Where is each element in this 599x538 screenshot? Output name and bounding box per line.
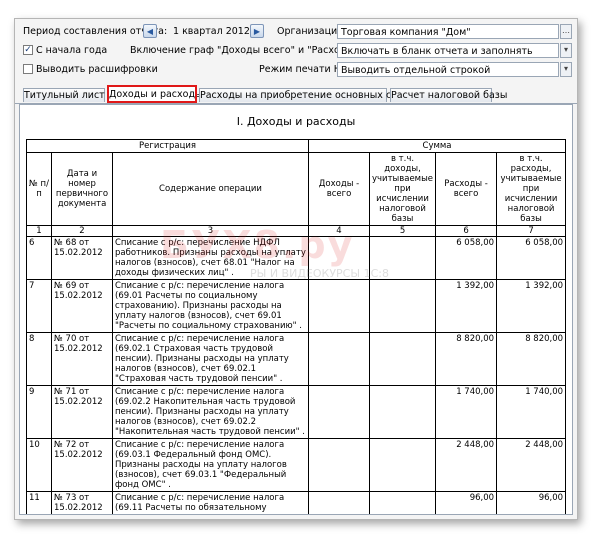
- vat-mode-field[interactable]: Выводить отдельной строкой: [337, 62, 559, 77]
- table-row[interactable]: 11 № 73 от 15.02.2012 Списание с р/с: пе…: [26, 491, 567, 514]
- tab-title-page[interactable]: Титульный лист: [23, 88, 105, 102]
- row-number: 6: [26, 236, 52, 280]
- row-document: № 73 от 15.02.2012: [51, 491, 113, 514]
- settings-row-2: ✓ С начала года Включение граф "Доходы в…: [15, 42, 577, 60]
- settings-row-1: Период составления отчета: ◀ 1 квартал 2…: [15, 23, 577, 41]
- group-sum-header: Сумма: [307, 139, 567, 153]
- table-row[interactable]: 9 № 71 от 15.02.2012 Списание с р/с: пер…: [26, 385, 567, 439]
- row-income-tax: [368, 491, 437, 514]
- row-document: № 72 от 15.02.2012: [51, 438, 113, 492]
- tab-fixed-assets[interactable]: Расходы на приобретение основных средств: [199, 88, 426, 102]
- report-table: Регистрация Сумма № п/п Дата и номер пер…: [26, 139, 567, 514]
- column-number: 4: [308, 225, 370, 237]
- row-number: 7: [26, 279, 52, 333]
- row-expense-tax: 2 448,00: [496, 438, 567, 492]
- row-income: [308, 438, 370, 492]
- row-expense: 6 058,00: [435, 236, 498, 280]
- tab-income-expenses[interactable]: Доходы и расходы: [107, 85, 203, 103]
- row-income: [308, 332, 370, 386]
- row-expense-tax: 1 392,00: [496, 279, 567, 333]
- col-content-header: Содержание операции: [112, 152, 309, 226]
- row-income-tax: [368, 236, 437, 280]
- report-panel: I. Доходы и расходы Регистрация Сумма № …: [19, 104, 573, 515]
- row-content: Списание с р/с: перечисление НДФЛ работн…: [112, 236, 309, 280]
- show-decode-label: Выводить расшифровки: [36, 64, 158, 75]
- row-income-tax: [368, 385, 437, 439]
- col-expense-tax-header: в т.ч. расходы, учитываемые при исчислен…: [496, 152, 567, 226]
- period-value: 1 квартал 2012 г.: [173, 26, 261, 37]
- row-income: [308, 385, 370, 439]
- row-income-tax: [368, 438, 437, 492]
- row-content: Списание с р/с: перечисление налога (69.…: [112, 438, 309, 492]
- organization-label: Организация:: [277, 26, 347, 37]
- report-window: Период составления отчета: ◀ 1 квартал 2…: [14, 18, 578, 520]
- table-row[interactable]: 8 № 70 от 15.02.2012 Списание с р/с: пер…: [26, 332, 567, 386]
- table-row[interactable]: 10 № 72 от 15.02.2012 Списание с р/с: пе…: [26, 438, 567, 492]
- row-number: 10: [26, 438, 52, 492]
- column-number: 6: [435, 225, 498, 237]
- row-income-tax: [368, 332, 437, 386]
- row-expense-tax: 96,00: [496, 491, 567, 514]
- organization-select-button[interactable]: …: [560, 24, 572, 39]
- row-income: [308, 491, 370, 514]
- table-row[interactable]: 6 № 68 от 15.02.2012 Списание с р/с: пер…: [26, 236, 567, 280]
- vat-mode-dropdown[interactable]: ▾: [560, 62, 572, 77]
- row-expense: 96,00: [435, 491, 498, 514]
- row-income-tax: [368, 279, 437, 333]
- next-period-button[interactable]: ▶: [250, 24, 264, 38]
- column-number-row: 1 2 3 4 5 6 7: [26, 225, 567, 237]
- row-number: 11: [26, 491, 52, 514]
- column-number: 7: [496, 225, 567, 237]
- from-year-label: С начала года: [36, 45, 108, 56]
- tab-tax-base[interactable]: Расчет налоговой базы: [390, 88, 507, 102]
- column-header-row: № п/п Дата и номер первичного документа …: [26, 152, 567, 226]
- group-header-row: Регистрация Сумма: [26, 139, 567, 153]
- col-expense-header: Расходы - всего: [435, 152, 498, 226]
- row-expense: 1 740,00: [435, 385, 498, 439]
- row-number: 9: [26, 385, 52, 439]
- col-income-tax-header: в т.ч. доходы, учитываемые при исчислени…: [368, 152, 437, 226]
- table-row[interactable]: 7 № 69 от 15.02.2012 Списание с р/с: пер…: [26, 279, 567, 333]
- include-columns-field[interactable]: Включать в бланк отчета и заполнять: [337, 43, 559, 58]
- row-expense: 1 392,00: [435, 279, 498, 333]
- from-year-checkbox[interactable]: ✓: [23, 45, 33, 55]
- row-expense: 2 448,00: [435, 438, 498, 492]
- tab-bar: Титульный лист Доходы и расходы Расходы …: [15, 85, 577, 104]
- show-decode-checkbox[interactable]: [23, 64, 33, 74]
- row-document: № 69 от 15.02.2012: [51, 279, 113, 333]
- row-number: 8: [26, 332, 52, 386]
- row-content: Списание с р/с: перечисление налога (69.…: [112, 491, 309, 514]
- row-expense-tax: 6 058,00: [496, 236, 567, 280]
- settings-row-3: Выводить расшифровки Режим печати НДС: В…: [15, 61, 577, 79]
- row-income: [308, 279, 370, 333]
- prev-period-button[interactable]: ◀: [143, 24, 157, 38]
- row-expense: 8 820,00: [435, 332, 498, 386]
- row-income: [308, 236, 370, 280]
- col-income-header: Доходы - всего: [308, 152, 370, 226]
- row-content: Списание с р/с: перечисление налога (69.…: [112, 385, 309, 439]
- organization-field[interactable]: Торговая компания "Дом": [337, 24, 559, 39]
- column-number: 2: [51, 225, 113, 237]
- row-content: Списание с р/с: перечисление налога (69.…: [112, 332, 309, 386]
- row-document: № 68 от 15.02.2012: [51, 236, 113, 280]
- row-expense-tax: 8 820,00: [496, 332, 567, 386]
- column-number: 3: [112, 225, 309, 237]
- include-columns-dropdown[interactable]: ▾: [560, 43, 572, 58]
- col-date-header: Дата и номер первичного документа: [51, 152, 113, 226]
- report-title: I. Доходы и расходы: [236, 115, 356, 128]
- group-registration-header: Регистрация: [26, 139, 309, 153]
- row-expense-tax: 1 740,00: [496, 385, 567, 439]
- column-number: 5: [368, 225, 437, 237]
- column-number: 1: [26, 225, 52, 237]
- row-document: № 70 от 15.02.2012: [51, 332, 113, 386]
- row-content: Списание с р/с: перечисление налога (69.…: [112, 279, 309, 333]
- col-num-header: № п/п: [26, 152, 52, 226]
- row-document: № 71 от 15.02.2012: [51, 385, 113, 439]
